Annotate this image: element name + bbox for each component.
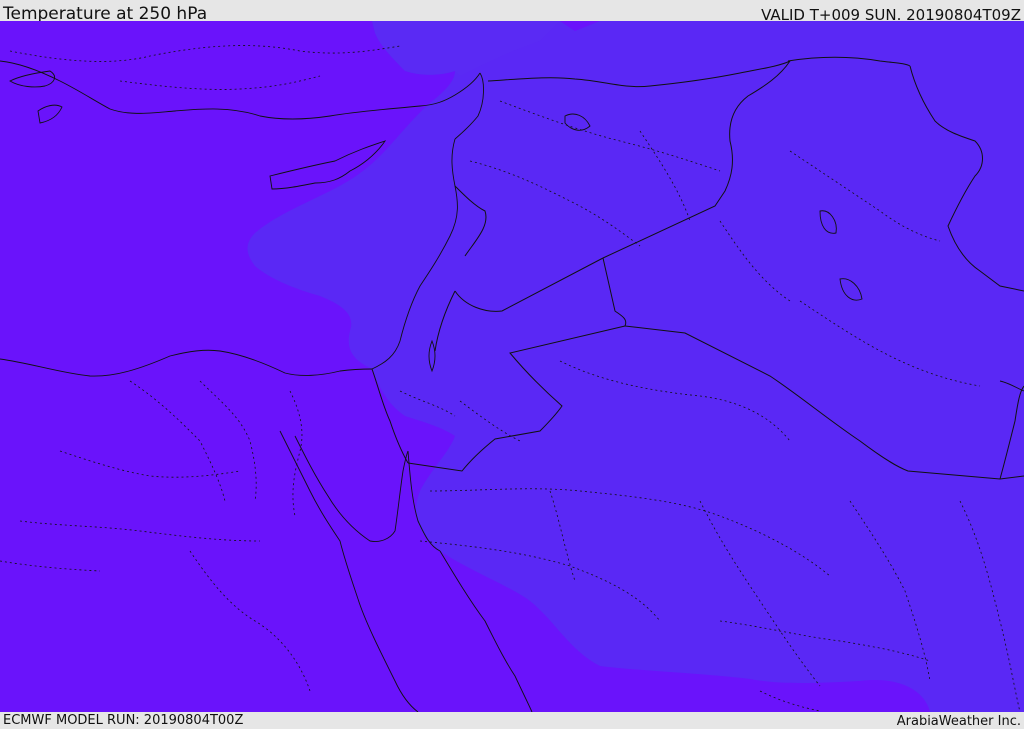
header-bar: Temperature at 250 hPa VALID T+009 SUN. … [0, 0, 1024, 24]
footer-bar: ECMWF MODEL RUN: 20190804T00Z ArabiaWeat… [0, 712, 1024, 729]
credit-label: ArabiaWeather Inc. [896, 714, 1021, 729]
map-canvas [0, 21, 1024, 712]
model-run-label: ECMWF MODEL RUN: 20190804T00Z [3, 713, 244, 728]
weather-map-frame: Temperature at 250 hPa VALID T+009 SUN. … [0, 0, 1024, 729]
map-area [0, 21, 1024, 712]
